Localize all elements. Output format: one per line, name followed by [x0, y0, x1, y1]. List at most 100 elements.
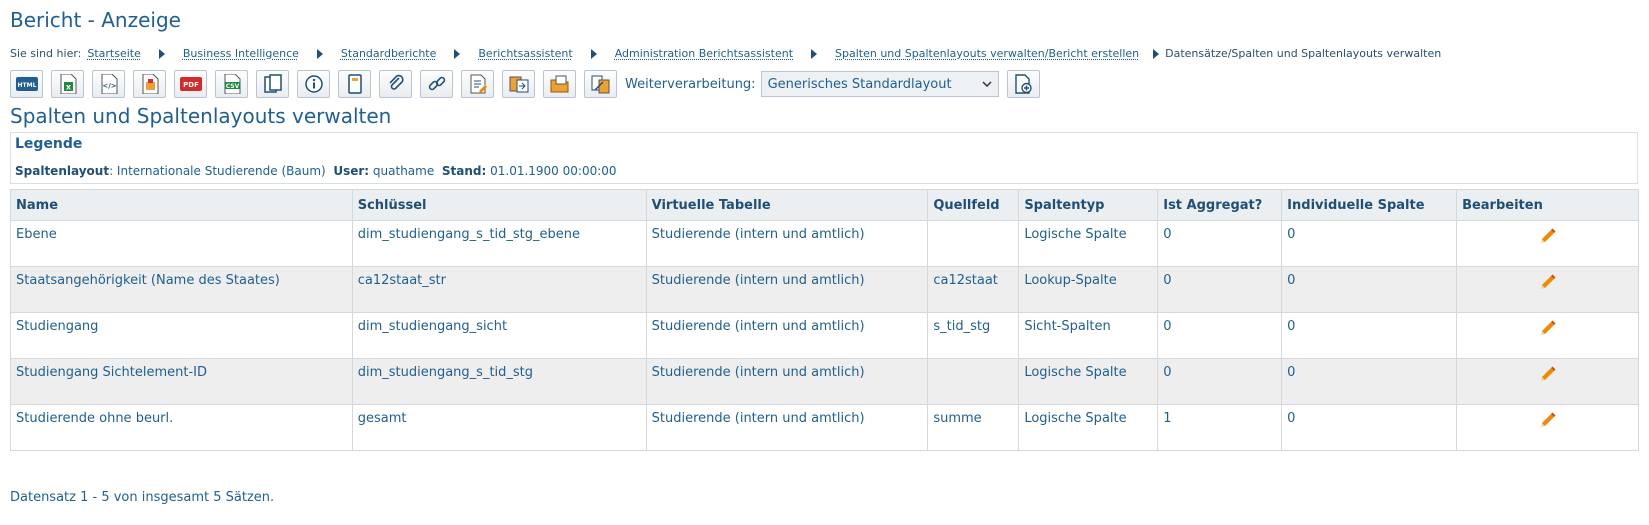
cell-name: Ebene — [10, 220, 353, 267]
cell-spaltentyp: Logische Spalte — [1018, 358, 1159, 405]
attachment-button[interactable] — [379, 70, 412, 98]
layout-select[interactable]: Generisches Standardlayout — [760, 71, 999, 97]
pencil-icon[interactable] — [1539, 273, 1557, 291]
cell-ist-aggregat: 0 — [1157, 220, 1283, 267]
table-row: Studiengang Sichtelement-ID dim_studieng… — [10, 358, 1639, 405]
breadcrumb: Sie sind hier: Startseite Business Intel… — [10, 47, 1441, 60]
cell-individuelle-spalte: 0 — [1281, 358, 1458, 405]
cell-quellfeld — [927, 220, 1020, 267]
pencil-icon[interactable] — [1539, 411, 1557, 429]
stand-value: 01.01.1900 00:00:00 — [490, 164, 617, 178]
table-row: Studierende ohne beurl. gesamt Studieren… — [10, 404, 1639, 451]
table-row: Ebene dim_studiengang_s_tid_stg_ebene St… — [10, 220, 1639, 267]
chevron-right-icon — [158, 48, 165, 59]
pencil-icon[interactable] — [1539, 365, 1557, 383]
cell-bearbeiten — [1456, 358, 1639, 405]
layout-select-value: Generisches Standardlayout — [767, 76, 952, 92]
legend-info: Spaltenlayout: Internationale Studierend… — [15, 164, 617, 178]
pencil-icon[interactable] — [1539, 227, 1557, 245]
cell-schluessel: gesamt — [351, 404, 647, 451]
chevron-right-icon — [454, 48, 461, 59]
copy-icon — [263, 74, 282, 93]
weiterverarbeitung-label: Weiterverarbeitung: — [625, 76, 756, 92]
export-2-button[interactable] — [543, 70, 576, 98]
user-value: quathame — [372, 164, 435, 178]
cell-virtuelle-tabelle: Studierende (intern und amtlich) — [645, 404, 929, 451]
cell-ist-aggregat: 0 — [1157, 266, 1283, 313]
cell-individuelle-spalte: 0 — [1281, 220, 1458, 267]
column-header-bearbeiten: Bearbeiten — [1456, 189, 1639, 221]
paperclip-icon — [388, 74, 404, 90]
cell-schluessel: dim_studiengang_s_tid_stg — [351, 358, 647, 405]
breadcrumb-link-spalten-verwalten[interactable]: Spalten und Spaltenlayouts verwalten/Ber… — [835, 47, 1139, 60]
cell-quellfeld: s_tid_stg — [927, 312, 1020, 359]
cell-name: Staatsangehörigkeit (Name des Staates) — [10, 266, 353, 313]
column-header-name[interactable]: Name — [10, 189, 353, 221]
cell-individuelle-spalte: 0 — [1281, 266, 1458, 313]
cell-virtuelle-tabelle: Studierende (intern und amtlich) — [645, 220, 929, 267]
spaltenlayout-value: Internationale Studierende (Baum) — [116, 164, 326, 178]
svg-text:x: x — [65, 83, 71, 92]
pencil-icon[interactable] — [1539, 319, 1557, 337]
pdf-export-button[interactable]: PDF — [174, 70, 207, 98]
cell-virtuelle-tabelle: Studierende (intern und amtlich) — [645, 266, 929, 313]
folder-export-icon — [550, 75, 568, 93]
spaltenlayout-label: Spaltenlayout — [15, 164, 110, 178]
cell-schluessel: dim_studiengang_sicht — [351, 312, 647, 359]
section-title: Spalten und Spaltenlayouts verwalten — [10, 104, 392, 128]
table-header-row: Name Schlüssel Virtuelle Tabelle Quellfe… — [10, 189, 1639, 221]
cell-individuelle-spalte: 0 — [1281, 404, 1458, 451]
breadcrumb-link-administration[interactable]: Administration Berichtsassistent — [615, 47, 793, 60]
chevron-down-icon — [982, 81, 992, 87]
csv-export-button[interactable]: CSV — [215, 70, 248, 98]
breadcrumb-link-standardberichte[interactable]: Standardberichte — [341, 47, 436, 60]
svg-text:HTML: HTML — [17, 82, 36, 89]
print-button[interactable] — [133, 70, 166, 98]
link-icon — [428, 76, 445, 91]
cell-bearbeiten — [1456, 220, 1639, 267]
column-header-virtuelle-tabelle[interactable]: Virtuelle Tabelle — [645, 189, 929, 221]
edit-report-button[interactable] — [461, 70, 494, 98]
export-1-button[interactable] — [502, 70, 535, 98]
stand-label: Stand: — [441, 164, 487, 178]
new-layout-button[interactable] — [1006, 70, 1040, 98]
bookmark-icon — [347, 74, 362, 94]
breadcrumb-link-business-intelligence[interactable]: Business Intelligence — [183, 47, 299, 60]
column-header-ist-aggregat[interactable]: Ist Aggregat? — [1157, 189, 1283, 221]
toolbar: HTML x </> PDF CSV Weiterverarbeitung: G… — [10, 69, 1048, 99]
excel-export-button[interactable]: x — [51, 70, 84, 98]
link-button[interactable] — [420, 70, 453, 98]
print-icon — [142, 74, 158, 94]
breadcrumb-label: Sie sind hier: — [10, 47, 82, 60]
cell-spaltentyp: Logische Spalte — [1018, 220, 1159, 267]
chevron-right-icon — [1153, 48, 1160, 59]
column-header-schluessel[interactable]: Schlüssel — [351, 189, 647, 221]
chevron-right-icon — [590, 48, 597, 59]
svg-text:PDF: PDF — [183, 81, 199, 89]
column-header-spaltentyp[interactable]: Spaltentyp — [1018, 189, 1159, 221]
table-row: Studiengang dim_studiengang_sicht Studie… — [10, 312, 1639, 359]
column-header-individuelle-spalte[interactable]: Individuelle Spalte — [1281, 189, 1458, 221]
cell-bearbeiten — [1456, 312, 1639, 359]
bookmark-button[interactable] — [338, 70, 371, 98]
cell-virtuelle-tabelle: Studierende (intern und amtlich) — [645, 358, 929, 405]
breadcrumb-link-startseite[interactable]: Startseite — [87, 47, 141, 60]
export-3-button[interactable] — [584, 70, 617, 98]
cell-spaltentyp: Lookup-Spalte — [1018, 266, 1159, 313]
column-header-quellfeld[interactable]: Quellfeld — [927, 189, 1020, 221]
cell-quellfeld — [927, 358, 1020, 405]
legend-box: Legende Spaltenlayout: Internationale St… — [10, 132, 1638, 184]
copy-button[interactable] — [256, 70, 289, 98]
cell-individuelle-spalte: 0 — [1281, 312, 1458, 359]
table-row: Staatsangehörigkeit (Name des Staates) c… — [10, 266, 1639, 313]
info-button[interactable] — [297, 70, 330, 98]
html-export-button[interactable]: HTML — [10, 70, 43, 98]
cell-schluessel: ca12staat_str — [351, 266, 647, 313]
xml-export-button[interactable]: </> — [92, 70, 125, 98]
cell-name: Studiengang — [10, 312, 353, 359]
cell-quellfeld: summe — [927, 404, 1020, 451]
breadcrumb-link-berichtsassistent[interactable]: Berichtsassistent — [478, 47, 572, 60]
cell-name: Studiengang Sichtelement-ID — [10, 358, 353, 405]
breadcrumb-current: Datensätze/Spalten und Spaltenlayouts ve… — [1165, 47, 1442, 60]
user-label: User: — [333, 164, 370, 178]
